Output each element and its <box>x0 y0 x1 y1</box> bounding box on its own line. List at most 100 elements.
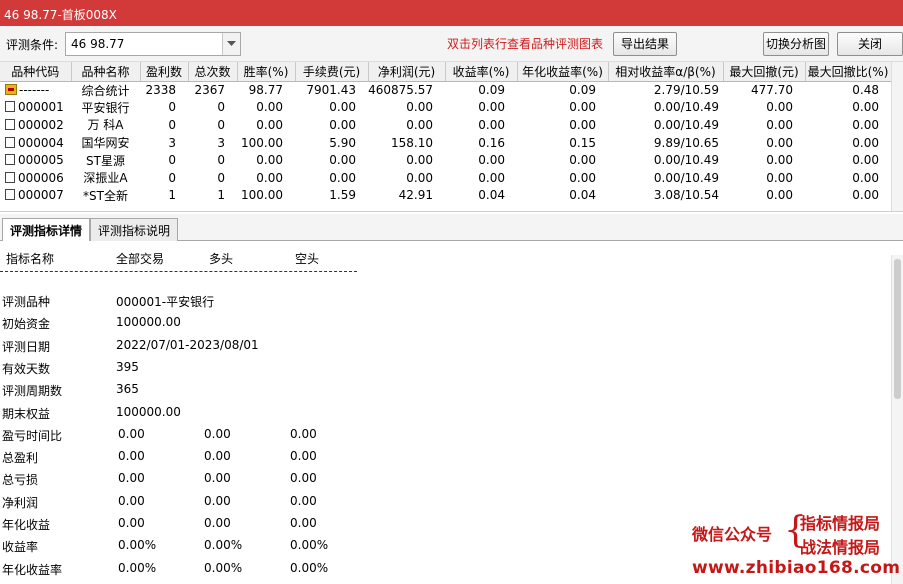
table-cell: 0.15 <box>569 135 596 150</box>
value-long: 0.00 <box>204 449 231 464</box>
table-row[interactable]: 000007 *ST全新 1 1 100.00 1.59 42.91 0.04 0.04 3.08… <box>0 187 891 205</box>
row-checkbox[interactable] <box>5 136 15 148</box>
metric-name: 净利润 <box>2 495 39 510</box>
table-cell: 0.00 <box>406 117 433 132</box>
watermark-url: www.zhibiao168.com <box>692 558 901 578</box>
column-header[interactable]: 盈利数 <box>140 62 189 82</box>
table-cell: 2.79/10.59 <box>653 83 719 98</box>
code-text: 000006 <box>18 170 64 185</box>
detail-row: 期末权益 100000.00 <box>0 405 380 423</box>
value-all: 0.00 <box>118 426 145 441</box>
table-cell: 000005 <box>0 151 71 169</box>
value-all: 0.00% <box>118 560 157 575</box>
table-cell: 0.04 <box>569 188 596 203</box>
row-checkbox[interactable] <box>5 171 15 183</box>
column-header[interactable]: 年化收益率(%) <box>517 62 609 82</box>
scroll-thumb[interactable] <box>894 259 901 399</box>
code-text: 000005 <box>18 153 64 168</box>
value-long: 0.00% <box>204 560 243 575</box>
toolbar: 评测条件: 46 98.77 双击列表行查看品种评测图表 导出结果 切换分析图 … <box>0 26 903 62</box>
watermark: 微信公众号 { 指标情报局 战法情报局 www.zhibiao168.com <box>692 508 903 584</box>
metric-name: 初始资金 <box>2 317 51 332</box>
table-cell: 0.00 <box>329 100 356 115</box>
column-header[interactable]: 最大回撤比(%) <box>805 62 892 82</box>
table-cell: 0 <box>168 117 176 132</box>
column-header[interactable]: 品种代码 <box>0 62 72 82</box>
table-cell: 0.00 <box>852 153 879 168</box>
table-cell: 万 科A <box>87 118 124 133</box>
value-all: 395 <box>116 359 139 374</box>
value-short: 0.00% <box>290 560 329 575</box>
code-text: 000004 <box>18 135 64 150</box>
column-header[interactable]: 总次数 <box>188 62 238 82</box>
detail-row: 总盈利 0.00 0.00 0.00 <box>0 449 380 467</box>
tab-metrics-detail[interactable]: 评测指标详情 <box>2 218 91 242</box>
value-short: 0.00 <box>290 493 317 508</box>
detail-row: 收益率 0.00% 0.00% 0.00% <box>0 538 380 556</box>
detail-row: 评测周期数 365 <box>0 382 380 400</box>
table-row[interactable]: 000006 深振业A 0 0 0.00 0.00 0.00 0.00 0.00 0.00/10.… <box>0 169 891 187</box>
table-cell: 0.00 <box>852 135 879 150</box>
value-all: 0.00 <box>118 516 145 530</box>
value-long: 0.00 <box>204 493 231 508</box>
table-cell: 0.00 <box>329 153 356 168</box>
close-button[interactable]: 关闭 <box>837 32 903 56</box>
detail-row: 年化收益 0.00 0.00 0.00 <box>0 516 380 534</box>
chevron-down-icon[interactable] <box>222 33 240 55</box>
tab-metrics-explanation[interactable]: 评测指标说明 <box>90 218 179 241</box>
table-cell: 国华网安 <box>81 136 130 151</box>
column-header[interactable]: 胜率(%) <box>237 62 296 82</box>
table-cell: 000001 <box>0 99 71 117</box>
table-scrollbar[interactable] <box>891 62 903 211</box>
value-short: 0.00 <box>290 426 317 441</box>
table-cell: 2338 <box>145 83 176 98</box>
column-header[interactable]: 收益率(%) <box>445 62 518 82</box>
export-button[interactable]: 导出结果 <box>613 32 677 56</box>
table-cell: 0.00 <box>766 117 793 132</box>
detail-header-long: 多头 <box>209 252 234 266</box>
value-all: 100000.00 <box>116 404 181 419</box>
table-cell: 平安银行 <box>81 100 130 115</box>
value-short: 0.00 <box>290 471 317 486</box>
table-row[interactable]: 000002 万 科A 0 0 0.00 0.00 0.00 0.00 0.00 0.00/10.… <box>0 116 891 134</box>
table-row[interactable]: ------- 综合统计 2338 2367 98.77 7901.43 460875.57… <box>0 81 891 99</box>
detail-row: 有效天数 395 <box>0 360 380 378</box>
row-checkbox[interactable] <box>5 118 15 130</box>
condition-select[interactable]: 46 98.77 <box>65 32 241 56</box>
metric-name: 总盈利 <box>2 451 39 466</box>
row-checkbox[interactable] <box>5 101 15 113</box>
table-cell: 0.00 <box>766 100 793 115</box>
table-cell: 0.09 <box>569 83 596 98</box>
table-cell: 0 <box>217 170 225 185</box>
table-cell: 477.70 <box>751 83 793 98</box>
table-cell: 0.00 <box>569 100 596 115</box>
column-header[interactable]: 手续费(元) <box>295 62 369 82</box>
row-checkbox[interactable] <box>5 154 15 166</box>
column-header[interactable]: 品种名称 <box>71 62 141 82</box>
table-row[interactable]: 000001 平安银行 0 0 0.00 0.00 0.00 0.00 0.00 0.00/10.… <box>0 99 891 117</box>
table-cell: 000006 <box>0 169 71 187</box>
detail-header-name: 指标名称 <box>6 252 55 266</box>
table-cell: 0.00/10.49 <box>653 100 719 115</box>
switch-chart-button[interactable]: 切换分析图 <box>763 32 829 56</box>
column-header[interactable]: 净利润(元) <box>368 62 446 82</box>
table-row[interactable]: 000005 ST星源 0 0 0.00 0.00 0.00 0.00 0.00 0.00/10.… <box>0 151 891 169</box>
detail-row: 总亏损 0.00 0.00 0.00 <box>0 471 380 489</box>
table-cell: 深振业A <box>83 171 128 186</box>
results-table[interactable]: 品种代码 品种名称 盈利数 总次数 胜率(%) 手续费(元) 净利润(元) 收益… <box>0 62 903 212</box>
column-header[interactable]: 最大回撤(元) <box>723 62 806 82</box>
detail-row: 评测品种 000001-平安银行 <box>0 293 380 311</box>
table-cell: 0.09 <box>478 83 505 98</box>
table-cell: 158.10 <box>391 135 433 150</box>
table-cell: 42.91 <box>398 188 433 203</box>
value-all: 000001-平安银行 <box>116 295 215 309</box>
table-cell: 100.00 <box>241 188 283 203</box>
row-checkbox[interactable] <box>5 189 15 201</box>
table-row[interactable]: 000004 国华网安 3 3 100.00 5.90 158.10 0.16 0.15 9.89… <box>0 134 891 152</box>
table-cell: 0.00 <box>766 153 793 168</box>
column-header[interactable]: 相对收益率α/β(%) <box>608 62 724 82</box>
table-cell: 0 <box>168 100 176 115</box>
table-cell: 0.00/10.49 <box>653 170 719 185</box>
table-cell: 2367 <box>194 83 225 98</box>
table-cell: 5.90 <box>329 135 356 150</box>
